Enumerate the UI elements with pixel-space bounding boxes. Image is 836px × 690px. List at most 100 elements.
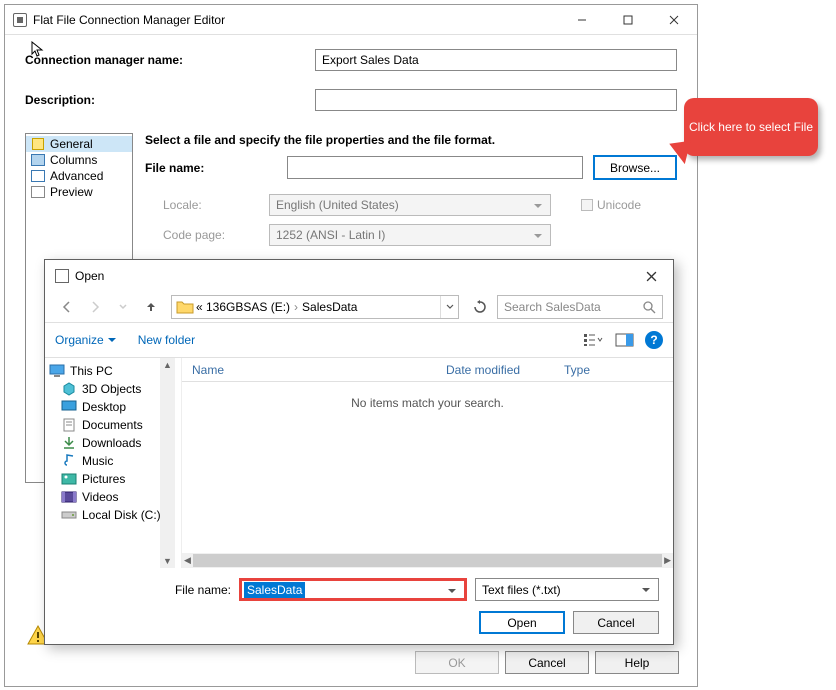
- breadcrumb-root[interactable]: « 136GBSAS (E:): [196, 300, 290, 314]
- maximize-button[interactable]: [605, 5, 651, 35]
- tree-item-3d-objects[interactable]: 3D Objects: [61, 380, 175, 398]
- breadcrumb-dropdown[interactable]: [440, 296, 458, 318]
- dialog-cancel-button[interactable]: Cancel: [573, 611, 659, 634]
- codepage-value: 1252 (ANSI - Latin I): [276, 228, 385, 242]
- codepage-row: Code page: 1252 (ANSI - Latin I): [145, 224, 677, 246]
- refresh-button[interactable]: [467, 295, 493, 319]
- help-icon[interactable]: ?: [645, 331, 663, 349]
- connection-name-label: Connection manager name:: [25, 53, 315, 67]
- advanced-icon: [30, 169, 46, 183]
- new-folder-label: New folder: [138, 333, 195, 347]
- dialog-buttons: Open Cancel: [59, 611, 659, 634]
- sidebar-item-preview[interactable]: Preview: [26, 184, 132, 200]
- column-type[interactable]: Type: [554, 363, 673, 377]
- tree-item-local-disk[interactable]: Local Disk (C:): [61, 506, 175, 524]
- preview-pane-button[interactable]: [611, 328, 639, 352]
- sidebar-label: Preview: [50, 185, 93, 199]
- chevron-down-icon: [108, 338, 116, 342]
- cancel-button[interactable]: Cancel: [505, 651, 589, 674]
- locale-label: Locale:: [145, 198, 269, 212]
- file-type-value: Text files (*.txt): [482, 583, 561, 597]
- new-folder-button[interactable]: New folder: [138, 333, 195, 347]
- nav-up-button[interactable]: [139, 295, 163, 319]
- search-icon: [643, 301, 656, 317]
- tree-item-documents[interactable]: Documents: [61, 416, 175, 434]
- view-options-button[interactable]: [579, 328, 607, 352]
- search-input[interactable]: Search SalesData: [497, 295, 663, 319]
- description-label: Description:: [25, 93, 315, 107]
- scroll-thumb[interactable]: [193, 554, 662, 567]
- empty-message: No items match your search.: [182, 382, 673, 410]
- unicode-checkbox: Unicode: [581, 198, 641, 212]
- tree-label: Music: [82, 454, 113, 468]
- cube-icon: [61, 382, 77, 396]
- locale-combo: English (United States): [269, 194, 551, 216]
- nav-forward-button[interactable]: [83, 295, 107, 319]
- disk-icon: [61, 508, 77, 522]
- file-name-value: SalesData: [244, 582, 305, 598]
- tree-item-videos[interactable]: Videos: [61, 488, 175, 506]
- horizontal-scrollbar[interactable]: ◀▶: [182, 553, 673, 568]
- organize-button[interactable]: Organize: [55, 333, 116, 347]
- column-date[interactable]: Date modified: [436, 363, 554, 377]
- ok-button: OK: [415, 651, 499, 674]
- sidebar-label: Advanced: [50, 169, 103, 183]
- minimize-button[interactable]: [559, 5, 605, 35]
- unicode-label: Unicode: [597, 198, 641, 212]
- column-name[interactable]: Name: [182, 363, 436, 377]
- file-name-row: File name: Browse...: [145, 155, 677, 180]
- tree-scrollbar[interactable]: ▲▼: [160, 358, 175, 568]
- file-type-combo[interactable]: Text files (*.txt): [475, 578, 659, 601]
- sidebar-label: General: [50, 137, 93, 151]
- codepage-combo: 1252 (ANSI - Latin I): [269, 224, 551, 246]
- breadcrumb-leaf[interactable]: SalesData: [302, 300, 357, 314]
- tree-label: Videos: [82, 490, 118, 504]
- sidebar-item-columns[interactable]: Columns: [26, 152, 132, 168]
- preview-icon: [30, 185, 46, 199]
- editor-footer-buttons: OK Cancel Help: [415, 651, 679, 674]
- nav-recent-button[interactable]: [111, 295, 135, 319]
- open-button[interactable]: Open: [479, 611, 565, 634]
- dialog-close-button[interactable]: [631, 262, 671, 290]
- tree-item-pictures[interactable]: Pictures: [61, 470, 175, 488]
- help-button[interactable]: Help: [595, 651, 679, 674]
- pc-icon: [49, 364, 65, 378]
- dialog-body: This PC 3D Objects Desktop Documents Dow…: [45, 358, 673, 568]
- codepage-label: Code page:: [145, 228, 269, 242]
- connection-name-row: Connection manager name:: [25, 49, 677, 71]
- document-icon: [61, 418, 77, 432]
- tree-label: Documents: [82, 418, 143, 432]
- file-name-input[interactable]: [287, 156, 583, 179]
- tree-item-music[interactable]: Music: [61, 452, 175, 470]
- folder-icon: [176, 299, 194, 315]
- sidebar-item-advanced[interactable]: Advanced: [26, 168, 132, 184]
- nav-back-button[interactable]: [55, 295, 79, 319]
- breadcrumb[interactable]: « 136GBSAS (E:) › SalesData: [171, 295, 459, 319]
- app-icon: [13, 13, 27, 27]
- sidebar-label: Columns: [50, 153, 97, 167]
- organize-label: Organize: [55, 333, 104, 347]
- callout-bubble: Click here to select File: [684, 98, 818, 156]
- dialog-title: Open: [75, 269, 631, 283]
- sidebar-item-general[interactable]: General: [26, 136, 132, 152]
- dialog-toolbar: Organize New folder ?: [45, 322, 673, 358]
- tree-label: Pictures: [82, 472, 125, 486]
- list-header: Name Date modified Type: [182, 358, 673, 382]
- tree-item-desktop[interactable]: Desktop: [61, 398, 175, 416]
- description-input[interactable]: [315, 89, 677, 111]
- connection-name-input[interactable]: [315, 49, 677, 71]
- music-icon: [61, 454, 77, 468]
- dialog-app-icon: [55, 269, 69, 283]
- tree-item-downloads[interactable]: Downloads: [61, 434, 175, 452]
- dialog-footer: File name: SalesData Text files (*.txt) …: [45, 568, 673, 644]
- file-name-combo[interactable]: SalesData: [239, 578, 467, 601]
- videos-icon: [61, 490, 77, 504]
- file-name-row: File name: SalesData Text files (*.txt): [59, 578, 659, 601]
- dialog-nav: « 136GBSAS (E:) › SalesData Search Sales…: [45, 292, 673, 322]
- tree-item-this-pc[interactable]: This PC: [49, 362, 175, 380]
- tree-label: Desktop: [82, 400, 126, 414]
- tree-label: Local Disk (C:): [82, 508, 161, 522]
- dialog-titlebar: Open: [45, 260, 673, 292]
- close-button[interactable]: [651, 5, 697, 35]
- file-list: Name Date modified Type No items match y…: [181, 358, 673, 568]
